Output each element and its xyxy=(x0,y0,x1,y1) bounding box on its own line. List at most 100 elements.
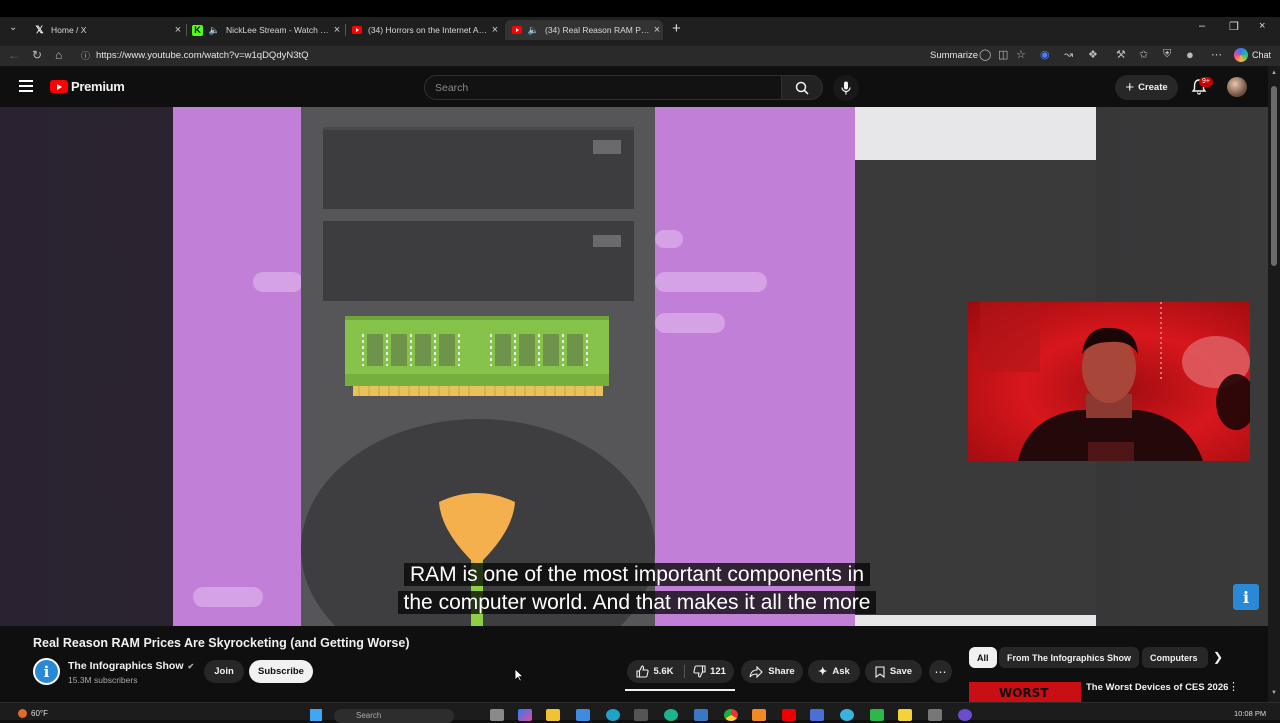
channel-watermark[interactable]: i xyxy=(1233,584,1259,610)
close-tab-icon[interactable]: × xyxy=(172,24,184,36)
browser-toolbar: ← ↻ ⌂ ⓘ https://www.youtube.com/watch?v=… xyxy=(0,46,1280,66)
app-icon-1[interactable] xyxy=(634,709,648,721)
weather-sun-icon xyxy=(18,709,27,718)
reload-icon[interactable]: ↻ xyxy=(32,48,42,62)
app-icon-7[interactable] xyxy=(870,709,884,721)
scrollbar-thumb[interactable] xyxy=(1271,86,1277,266)
channel-avatar[interactable]: i xyxy=(33,658,60,685)
taskbar-clock[interactable]: 10:08 PM xyxy=(1234,709,1266,718)
thumbs-down-icon xyxy=(693,665,706,678)
extension-circle-icon[interactable]: ◉ xyxy=(1040,48,1050,61)
edge-icon[interactable] xyxy=(606,709,620,721)
tab-kick-stream[interactable]: K 🔈 NickLee Stream - Watch Live o × xyxy=(190,20,343,40)
site-info-icon[interactable]: ⓘ xyxy=(81,49,90,62)
share-button[interactable]: Share xyxy=(741,660,803,683)
extension-shield-icon[interactable]: ⚒ xyxy=(1116,48,1126,61)
like-dislike-group: 5.6K 121 xyxy=(627,660,734,683)
browser-essentials-icon[interactable]: ⛨ xyxy=(1163,48,1171,61)
youtube-header: Premium Search + Create 9+ xyxy=(0,66,1268,108)
address-bar[interactable]: https://www.youtube.com/watch?v=w1qDQdyN… xyxy=(96,50,309,61)
app-icon-5[interactable] xyxy=(810,709,824,721)
page-scrollbar[interactable]: ▲ ▼ xyxy=(1268,66,1280,702)
task-view-icon[interactable] xyxy=(490,709,504,721)
restore-icon[interactable]: ❐ xyxy=(1229,20,1239,33)
tab-youtube-ram-active[interactable]: 🔈 (34) Real Reason RAM Prices A × xyxy=(505,20,663,40)
store-icon[interactable] xyxy=(576,709,590,721)
channel-name[interactable]: The Infographics Show ✔ xyxy=(68,660,194,672)
plus-icon: + xyxy=(1125,79,1135,96)
recommendation-title[interactable]: The Worst Devices of CES 2026 xyxy=(1086,682,1228,693)
bookmark-icon xyxy=(875,665,885,678)
settings-more-icon[interactable]: ⋯ xyxy=(1211,48,1222,61)
video-title: Real Reason RAM Prices Are Skyrocketing … xyxy=(33,636,410,650)
summarize-icon[interactable]: ◯ xyxy=(979,48,991,61)
weather-widget[interactable]: 60°F xyxy=(18,709,48,718)
minimize-icon[interactable]: – xyxy=(1199,20,1205,32)
menu-icon[interactable] xyxy=(19,80,33,92)
window-close-icon[interactable]: × xyxy=(1259,20,1265,32)
file-explorer-icon[interactable] xyxy=(546,709,560,721)
recommendation-menu-icon[interactable]: ⋮ xyxy=(1228,680,1239,693)
streamer-webcam-overlay xyxy=(968,302,1250,461)
extensions-puzzle-icon[interactable]: ❖ xyxy=(1088,48,1098,61)
profile-icon[interactable]: ● xyxy=(1186,47,1194,62)
windows-taskbar: 60°F Search 10:08 PM xyxy=(0,702,1280,723)
video-frame xyxy=(173,107,1096,626)
app-icon-4[interactable] xyxy=(752,709,766,721)
speaker-icon[interactable]: 🔈 xyxy=(528,25,539,36)
more-actions-icon[interactable]: ⋯ xyxy=(929,660,952,683)
chrome-icon[interactable] xyxy=(724,709,738,721)
chip-all[interactable]: All xyxy=(969,647,997,668)
favorite-star-icon[interactable]: ☆ xyxy=(1016,48,1026,61)
taskbar-search[interactable]: Search xyxy=(334,709,454,723)
video-player[interactable]: RAM is one of the most important compone… xyxy=(0,107,1268,626)
app-icon-10[interactable] xyxy=(958,709,972,721)
search-input[interactable]: Search xyxy=(424,75,782,100)
chevron-right-icon[interactable]: ❯ xyxy=(1213,650,1223,664)
summarize-button[interactable]: Summarize xyxy=(930,50,978,61)
muted-speaker-icon[interactable]: 🔈 xyxy=(209,25,220,36)
favorites-icon[interactable]: ✩ xyxy=(1139,48,1148,61)
voice-search-button[interactable] xyxy=(833,75,859,101)
like-button[interactable]: 5.6K xyxy=(627,660,683,683)
youtube-app-icon[interactable] xyxy=(782,709,796,721)
tab-x-home[interactable]: 𝕏 Home / X × xyxy=(30,20,184,40)
subscribe-button[interactable]: Subscribe xyxy=(249,660,313,683)
app-icon-8[interactable] xyxy=(898,709,912,721)
windows-start-icon[interactable] xyxy=(310,709,322,721)
chip-computers[interactable]: Computers xyxy=(1142,647,1208,668)
recommendation-thumbnail[interactable]: WORST xyxy=(969,682,1081,702)
split-screen-icon[interactable]: ◫ xyxy=(998,48,1008,61)
app-icon-3[interactable] xyxy=(694,709,708,721)
back-icon[interactable]: ← xyxy=(8,48,20,62)
app-icon-2[interactable] xyxy=(664,709,678,721)
extension-bolt-icon[interactable]: ↝ xyxy=(1064,48,1073,61)
close-tab-icon[interactable]: × xyxy=(331,24,343,36)
tab-list-chevron-icon[interactable]: ⌄ xyxy=(9,22,17,33)
youtube-premium-logo[interactable]: Premium xyxy=(50,79,125,94)
youtube-logo-icon xyxy=(511,25,522,36)
search-button[interactable] xyxy=(781,75,823,100)
app-icon-6[interactable] xyxy=(840,709,854,721)
copilot-icon xyxy=(1234,48,1248,62)
new-tab-button[interactable]: + xyxy=(672,20,681,37)
verified-badge-icon: ✔ xyxy=(187,661,195,671)
join-button[interactable]: Join xyxy=(204,660,244,683)
chip-from-channel[interactable]: From The Infographics Show xyxy=(999,647,1140,668)
thumbs-up-icon xyxy=(636,665,650,678)
search-icon xyxy=(795,81,809,95)
account-avatar[interactable] xyxy=(1227,77,1247,97)
share-arrow-icon xyxy=(749,665,764,678)
ask-button[interactable]: ✦ Ask xyxy=(808,660,860,683)
copilot-chat-button[interactable]: Chat xyxy=(1234,48,1271,62)
dislike-button[interactable]: 121 xyxy=(685,660,734,683)
close-tab-icon[interactable]: × xyxy=(489,24,501,36)
close-tab-icon[interactable]: × xyxy=(651,24,663,36)
create-button[interactable]: + Create xyxy=(1115,75,1178,100)
app-icon-9[interactable] xyxy=(928,709,942,721)
tab-youtube-horrors[interactable]: (34) Horrors on the Internet Archi × xyxy=(349,20,501,40)
copilot-app-icon[interactable] xyxy=(518,709,532,721)
notification-count-badge: 9+ xyxy=(1199,77,1213,87)
home-icon[interactable]: ⌂ xyxy=(55,48,62,62)
save-button[interactable]: Save xyxy=(865,660,922,683)
